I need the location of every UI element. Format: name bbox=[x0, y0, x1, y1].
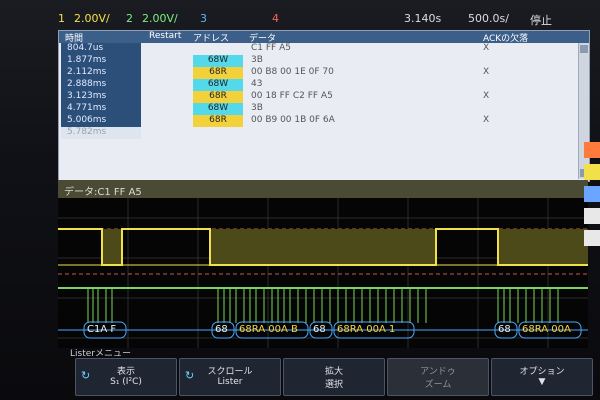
refresh-icon: ↻ bbox=[185, 369, 195, 382]
table-row[interactable]: 5.006ms 68R 00 B9 00 1B 0F 6A X bbox=[59, 115, 589, 127]
ack-cell: X bbox=[483, 91, 490, 101]
ack-cell bbox=[483, 127, 503, 139]
time-scale: 500.0s/ bbox=[468, 12, 509, 25]
restart-cell bbox=[149, 127, 191, 139]
address-cell: 68W bbox=[193, 55, 243, 67]
ack-cell: X bbox=[483, 43, 490, 53]
time-cell: 5.782ms bbox=[61, 127, 141, 139]
refresh-icon: ↻ bbox=[81, 369, 91, 382]
ack-cell bbox=[483, 55, 503, 67]
decode-label: C1A F bbox=[87, 324, 117, 335]
ch4-label: 4 bbox=[272, 12, 279, 25]
data-cell bbox=[247, 127, 467, 139]
table-row[interactable]: 3.123ms 68R 00 18 FF C2 FF A5 X bbox=[59, 91, 589, 103]
undo-zoom-softkey[interactable]: アンドゥ ズーム bbox=[387, 358, 489, 396]
address-cell bbox=[193, 127, 243, 139]
time-cell: 1.877ms bbox=[61, 55, 141, 67]
side-tab[interactable] bbox=[584, 230, 600, 246]
data-cell: 00 B8 00 1E 0F 70 bbox=[251, 67, 334, 77]
time-cell: 3.123ms bbox=[61, 91, 141, 103]
run-state: 停止 bbox=[530, 14, 552, 27]
time-cell: 2.112ms bbox=[61, 67, 141, 79]
data-cell: 43 bbox=[251, 79, 263, 89]
restart-cell bbox=[149, 43, 191, 55]
decode-label: 68 bbox=[313, 324, 326, 335]
table-row[interactable]: 4.771ms 68W 3B bbox=[59, 103, 589, 115]
status-bar: 1 2.00V/ 2 2.00V/ 3 4 3.140s 500.0s/ 停止 bbox=[58, 10, 598, 28]
ack-cell bbox=[483, 103, 503, 115]
side-tab[interactable] bbox=[584, 142, 600, 158]
data-bar-text: データ:C1 FF A5 bbox=[64, 187, 142, 198]
table-row[interactable]: 804.7us C1 FF A5 X bbox=[59, 43, 589, 55]
address-cell: 68W bbox=[193, 103, 243, 115]
ch2-scale: 2.00V/ bbox=[142, 12, 178, 25]
time-position: 3.140s bbox=[404, 12, 442, 25]
scroll-softkey[interactable]: ↻ スクロール Lister bbox=[179, 358, 281, 396]
lister-table[interactable]: 時間 Restart アドレス データ ACKの欠落 804.7us C1 FF… bbox=[58, 30, 590, 182]
restart-cell bbox=[149, 103, 191, 115]
side-tab[interactable] bbox=[584, 186, 600, 202]
data-cell: C1 FF A5 bbox=[251, 43, 291, 53]
ch1-scale: 2.00V/ bbox=[74, 12, 110, 25]
table-row[interactable]: 1.877ms 68W 3B bbox=[59, 55, 589, 67]
restart-cell bbox=[149, 55, 191, 67]
ch3-label: 3 bbox=[200, 12, 207, 25]
data-cell: 3B bbox=[251, 103, 263, 113]
data-cell: 00 18 FF C2 FF A5 bbox=[251, 91, 333, 101]
address-cell: 68W bbox=[193, 79, 243, 91]
data-cell: 3B bbox=[251, 55, 263, 65]
restart-cell bbox=[149, 79, 191, 91]
softkey-bar: ↻ 表示 S₁ (I²C) ↻ スクロール Lister 拡大 選択 アンドゥ … bbox=[75, 358, 595, 396]
waveform-plot: C1A F 68 68RA 00A B 68 68RA 00A 1 68 68R… bbox=[58, 198, 588, 348]
decode-labels: C1A F 68 68RA 00A B 68 68RA 00A 1 68 68R… bbox=[58, 198, 588, 348]
decode-label: 68RA 00A bbox=[522, 324, 571, 335]
display-softkey[interactable]: ↻ 表示 S₁ (I²C) bbox=[75, 358, 177, 396]
ack-cell: X bbox=[483, 67, 490, 77]
table-row[interactable]: 5.782ms bbox=[59, 127, 589, 139]
right-side-tabs bbox=[584, 142, 600, 312]
side-tab[interactable] bbox=[584, 208, 600, 224]
zoom-select-softkey[interactable]: 拡大 選択 bbox=[283, 358, 385, 396]
options-softkey[interactable]: オプション ▼ bbox=[491, 358, 593, 396]
ack-cell bbox=[483, 79, 503, 91]
address-cell bbox=[193, 43, 243, 55]
decode-label: 68RA 00A B bbox=[239, 324, 298, 335]
time-cell: 5.006ms bbox=[61, 115, 141, 127]
address-cell: 68R bbox=[193, 91, 243, 103]
decode-label: 68 bbox=[498, 324, 511, 335]
time-cell: 804.7us bbox=[61, 43, 141, 55]
restart-cell bbox=[149, 115, 191, 127]
decode-label: 68RA 00A 1 bbox=[337, 324, 396, 335]
restart-header: Restart bbox=[149, 31, 182, 41]
time-cell: 4.771ms bbox=[61, 103, 141, 115]
data-cell: 00 B9 00 1B 0F 6A bbox=[251, 115, 335, 125]
ch2-label: 2 bbox=[126, 12, 133, 25]
data-bar: データ:C1 FF A5 bbox=[58, 180, 588, 198]
time-cell: 2.888ms bbox=[61, 79, 141, 91]
address-cell: 68R bbox=[193, 115, 243, 127]
ch1-label: 1 bbox=[58, 12, 65, 25]
ack-cell: X bbox=[483, 115, 490, 125]
side-tab[interactable] bbox=[584, 164, 600, 180]
address-cell: 68R bbox=[193, 67, 243, 79]
table-row[interactable]: 2.888ms 68W 43 bbox=[59, 79, 589, 91]
lister-header: 時間 Restart アドレス データ ACKの欠落 bbox=[59, 31, 589, 44]
restart-cell bbox=[149, 91, 191, 103]
restart-cell bbox=[149, 67, 191, 79]
scroll-up-icon[interactable] bbox=[580, 45, 588, 53]
table-row[interactable]: 2.112ms 68R 00 B8 00 1E 0F 70 X bbox=[59, 67, 589, 79]
decode-label: 68 bbox=[215, 324, 228, 335]
